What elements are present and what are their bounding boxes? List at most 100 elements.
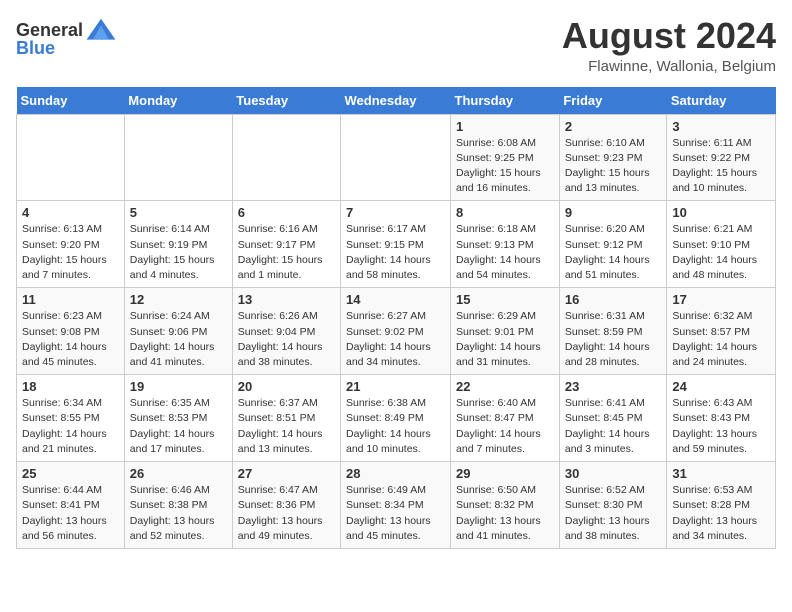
day-info: Sunrise: 6:10 AMSunset: 9:23 PMDaylight:… [565,136,662,197]
day-number: 10 [672,205,770,220]
logo-icon [85,16,117,44]
day-info: Sunrise: 6:27 AMSunset: 9:02 PMDaylight:… [346,309,445,370]
day-number: 9 [565,205,662,220]
day-info: Sunrise: 6:40 AMSunset: 8:47 PMDaylight:… [456,396,554,457]
calendar-cell: 3 Sunrise: 6:11 AMSunset: 9:22 PMDaylight… [667,114,776,201]
location: Flawinne, Wallonia, Belgium [562,58,776,75]
calendar-cell: 5 Sunrise: 6:14 AMSunset: 9:19 PMDaylight… [124,201,232,288]
day-info: Sunrise: 6:46 AMSunset: 8:38 PMDaylight:… [130,483,227,544]
day-info: Sunrise: 6:17 AMSunset: 9:15 PMDaylight:… [346,222,445,283]
weekday-header-saturday: Saturday [667,87,776,115]
day-number: 15 [456,292,554,307]
day-info: Sunrise: 6:37 AMSunset: 8:51 PMDaylight:… [238,396,335,457]
day-number: 27 [238,466,335,481]
day-info: Sunrise: 6:08 AMSunset: 9:25 PMDaylight:… [456,136,554,197]
day-number: 12 [130,292,227,307]
day-number: 2 [565,119,662,134]
logo-text: General Blue [16,16,117,59]
day-number: 5 [130,205,227,220]
week-row-4: 18 Sunrise: 6:34 AMSunset: 8:55 PMDayligh… [17,375,776,462]
calendar-cell: 9 Sunrise: 6:20 AMSunset: 9:12 PMDaylight… [559,201,667,288]
day-info: Sunrise: 6:23 AMSunset: 9:08 PMDaylight:… [22,309,119,370]
calendar-cell: 4 Sunrise: 6:13 AMSunset: 9:20 PMDaylight… [17,201,125,288]
calendar-cell: 17 Sunrise: 6:32 AMSunset: 8:57 PMDayligh… [667,288,776,375]
calendar-cell: 15 Sunrise: 6:29 AMSunset: 9:01 PMDayligh… [451,288,560,375]
calendar-cell: 1 Sunrise: 6:08 AMSunset: 9:25 PMDaylight… [451,114,560,201]
calendar-cell: 16 Sunrise: 6:31 AMSunset: 8:59 PMDayligh… [559,288,667,375]
day-number: 28 [346,466,445,481]
day-info: Sunrise: 6:47 AMSunset: 8:36 PMDaylight:… [238,483,335,544]
day-info: Sunrise: 6:26 AMSunset: 9:04 PMDaylight:… [238,309,335,370]
weekday-header-friday: Friday [559,87,667,115]
calendar-cell: 20 Sunrise: 6:37 AMSunset: 8:51 PMDayligh… [232,375,340,462]
day-info: Sunrise: 6:34 AMSunset: 8:55 PMDaylight:… [22,396,119,457]
day-info: Sunrise: 6:20 AMSunset: 9:12 PMDaylight:… [565,222,662,283]
day-number: 25 [22,466,119,481]
calendar-cell: 6Sunrise: 6:16 AMSunset: 9:17 PMDaylight… [232,201,340,288]
day-info: Sunrise: 6:29 AMSunset: 9:01 PMDaylight:… [456,309,554,370]
day-info: Sunrise: 6:52 AMSunset: 8:30 PMDaylight:… [565,483,662,544]
day-info: Sunrise: 6:24 AMSunset: 9:06 PMDaylight:… [130,309,227,370]
day-info: Sunrise: 6:13 AMSunset: 9:20 PMDaylight:… [22,222,119,283]
week-row-5: 25 Sunrise: 6:44 AMSunset: 8:41 PMDayligh… [17,462,776,549]
day-number: 22 [456,379,554,394]
calendar-cell: 23Sunrise: 6:41 AMSunset: 8:45 PMDayligh… [559,375,667,462]
day-info: Sunrise: 6:41 AMSunset: 8:45 PMDaylight:… [565,396,662,457]
day-info: Sunrise: 6:16 AMSunset: 9:17 PMDaylight:… [238,222,335,283]
calendar-cell: 12 Sunrise: 6:24 AMSunset: 9:06 PMDayligh… [124,288,232,375]
calendar-cell: 14Sunrise: 6:27 AMSunset: 9:02 PMDayligh… [341,288,451,375]
day-number: 16 [565,292,662,307]
day-number: 3 [672,119,770,134]
day-number: 31 [672,466,770,481]
day-info: Sunrise: 6:18 AMSunset: 9:13 PMDaylight:… [456,222,554,283]
day-info: Sunrise: 6:14 AMSunset: 9:19 PMDaylight:… [130,222,227,283]
day-number: 29 [456,466,554,481]
day-number: 18 [22,379,119,394]
day-info: Sunrise: 6:38 AMSunset: 8:49 PMDaylight:… [346,396,445,457]
day-info: Sunrise: 6:32 AMSunset: 8:57 PMDaylight:… [672,309,770,370]
day-info: Sunrise: 6:44 AMSunset: 8:41 PMDaylight:… [22,483,119,544]
day-info: Sunrise: 6:35 AMSunset: 8:53 PMDaylight:… [130,396,227,457]
day-info: Sunrise: 6:21 AMSunset: 9:10 PMDaylight:… [672,222,770,283]
day-number: 1 [456,119,554,134]
calendar-cell [341,114,451,201]
day-number: 26 [130,466,227,481]
weekday-header-wednesday: Wednesday [341,87,451,115]
day-number: 7 [346,205,445,220]
day-number: 17 [672,292,770,307]
day-info: Sunrise: 6:11 AMSunset: 9:22 PMDaylight:… [672,136,770,197]
day-info: Sunrise: 6:50 AMSunset: 8:32 PMDaylight:… [456,483,554,544]
week-row-2: 4 Sunrise: 6:13 AMSunset: 9:20 PMDaylight… [17,201,776,288]
logo: General Blue [16,16,117,59]
calendar-cell: 13 Sunrise: 6:26 AMSunset: 9:04 PMDayligh… [232,288,340,375]
calendar-cell [124,114,232,201]
month-year: August 2024 [562,16,776,56]
weekday-header-monday: Monday [124,87,232,115]
calendar-cell: 28Sunrise: 6:49 AMSunset: 8:34 PMDayligh… [341,462,451,549]
day-number: 8 [456,205,554,220]
calendar-cell [17,114,125,201]
day-number: 19 [130,379,227,394]
weekday-header-row: SundayMondayTuesdayWednesdayThursdayFrid… [17,87,776,115]
calendar-cell: 21Sunrise: 6:38 AMSunset: 8:49 PMDayligh… [341,375,451,462]
day-number: 30 [565,466,662,481]
week-row-3: 11 Sunrise: 6:23 AMSunset: 9:08 PMDayligh… [17,288,776,375]
day-number: 4 [22,205,119,220]
calendar-cell: 11 Sunrise: 6:23 AMSunset: 9:08 PMDayligh… [17,288,125,375]
day-number: 11 [22,292,119,307]
calendar-cell: 18 Sunrise: 6:34 AMSunset: 8:55 PMDayligh… [17,375,125,462]
calendar-cell: 31 Sunrise: 6:53 AMSunset: 8:28 PMDayligh… [667,462,776,549]
day-number: 13 [238,292,335,307]
calendar-cell: 7 Sunrise: 6:17 AMSunset: 9:15 PMDaylight… [341,201,451,288]
calendar-cell: 29 Sunrise: 6:50 AMSunset: 8:32 PMDayligh… [451,462,560,549]
page-header: General Blue August 2024 Flawinne, Wallo… [16,16,776,75]
calendar-table: SundayMondayTuesdayWednesdayThursdayFrid… [16,87,776,549]
weekday-header-sunday: Sunday [17,87,125,115]
day-info: Sunrise: 6:53 AMSunset: 8:28 PMDaylight:… [672,483,770,544]
day-info: Sunrise: 6:31 AMSunset: 8:59 PMDaylight:… [565,309,662,370]
day-number: 20 [238,379,335,394]
calendar-cell: 30 Sunrise: 6:52 AMSunset: 8:30 PMDayligh… [559,462,667,549]
title-block: August 2024 Flawinne, Wallonia, Belgium [562,16,776,75]
calendar-cell: 22 Sunrise: 6:40 AMSunset: 8:47 PMDayligh… [451,375,560,462]
calendar-cell: 19 Sunrise: 6:35 AMSunset: 8:53 PMDayligh… [124,375,232,462]
